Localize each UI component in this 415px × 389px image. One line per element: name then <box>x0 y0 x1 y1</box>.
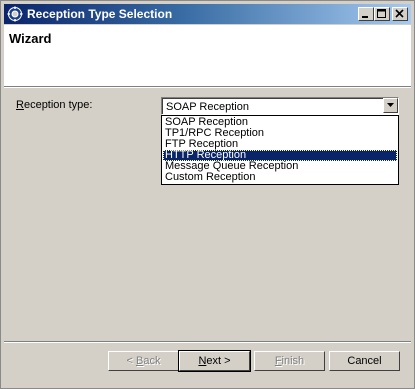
next-button-label: ext > <box>206 354 231 367</box>
window-title: Reception Type Selection <box>27 7 173 21</box>
maximize-button[interactable] <box>374 7 390 21</box>
back-button-prefix: < <box>126 354 136 367</box>
wizard-title: Wizard <box>9 31 52 46</box>
next-button[interactable]: Next > <box>178 350 251 372</box>
close-icon <box>395 9 404 18</box>
finish-button[interactable]: Finish <box>254 351 325 371</box>
dropdown-toggle-button[interactable] <box>383 98 398 113</box>
reception-type-select-field[interactable]: SOAP Reception <box>162 98 398 114</box>
wizard-banner: Wizard <box>4 25 411 87</box>
reception-type-selected-value: SOAP Reception <box>166 101 249 113</box>
close-button[interactable] <box>392 7 408 21</box>
chevron-down-icon <box>387 103 394 107</box>
back-button[interactable]: < Back <box>108 351 179 371</box>
finish-button-accel: F <box>274 354 282 367</box>
option-custom-reception[interactable]: Custom Reception <box>163 172 397 183</box>
maximize-icon <box>377 9 386 18</box>
banner-divider <box>4 87 411 88</box>
reception-type-label-accel: R <box>16 99 24 111</box>
cancel-button[interactable]: Cancel <box>329 351 400 371</box>
minimize-icon <box>362 16 368 18</box>
app-gear-icon <box>7 6 23 22</box>
reception-type-label-text: eception type: <box>23 99 93 111</box>
reception-type-select[interactable]: SOAP Reception <box>161 97 399 115</box>
back-button-label: ack <box>143 354 161 367</box>
finish-button-label: inish <box>281 354 305 367</box>
wizard-dialog: Reception Type Selection Wizard Receptio… <box>0 0 415 389</box>
reception-type-label: Reception type: <box>16 99 92 111</box>
reception-type-options-list[interactable]: SOAP Reception TP1/RPC Reception FTP Rec… <box>161 115 399 185</box>
footer-divider-highlight <box>4 342 411 343</box>
title-bar[interactable]: Reception Type Selection <box>4 4 411 24</box>
minimize-button[interactable] <box>358 7 374 21</box>
